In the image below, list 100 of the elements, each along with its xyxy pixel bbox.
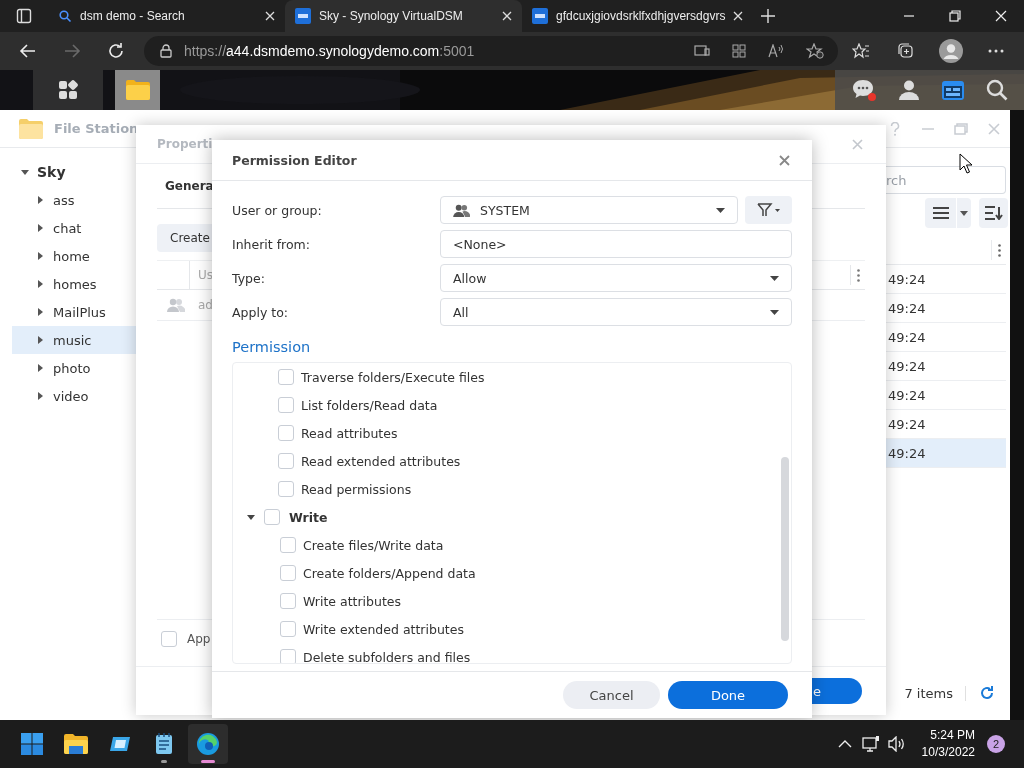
edge-icon[interactable] bbox=[188, 724, 228, 764]
search-icon[interactable] bbox=[985, 79, 1008, 101]
general-tab[interactable]: Genera bbox=[165, 179, 214, 193]
folder-icon bbox=[124, 79, 151, 101]
folder-icon bbox=[18, 117, 44, 140]
window-title: File Station bbox=[54, 121, 139, 136]
add-favorite-icon[interactable] bbox=[806, 43, 824, 59]
done-button[interactable]: e bbox=[812, 678, 862, 704]
sort-icon bbox=[984, 206, 1003, 220]
checkbox[interactable] bbox=[280, 649, 296, 663]
permission-label: Read permissions bbox=[301, 481, 412, 497]
filter-icon bbox=[756, 203, 781, 217]
tree-item[interactable]: photo bbox=[12, 354, 136, 382]
item-count: 7 items bbox=[904, 685, 966, 701]
notification-badge[interactable]: 2 bbox=[987, 735, 1005, 753]
dialog-title: Properti bbox=[157, 137, 213, 151]
tree-item[interactable]: MailPlus bbox=[12, 298, 136, 326]
browser-tab[interactable]: Sky - Synology VirtualDSM bbox=[285, 0, 522, 32]
lock-icon bbox=[160, 44, 172, 58]
field-label: User or group: bbox=[232, 202, 323, 218]
grid-icon[interactable] bbox=[732, 44, 746, 58]
grid-icon bbox=[58, 80, 78, 100]
permission-label: Create files/Write data bbox=[303, 537, 444, 553]
checkbox[interactable] bbox=[278, 481, 294, 497]
permission-group-label: Write bbox=[289, 509, 328, 525]
caret-icon bbox=[38, 224, 43, 232]
inherit-field[interactable]: <None> bbox=[440, 230, 792, 258]
caret-icon bbox=[38, 336, 43, 344]
sort-button[interactable] bbox=[979, 198, 1008, 228]
checkbox[interactable] bbox=[280, 565, 296, 581]
search-icon bbox=[58, 9, 72, 23]
app-install-icon[interactable] bbox=[694, 44, 710, 58]
permission-label: Read extended attributes bbox=[301, 453, 461, 469]
caret-icon bbox=[960, 210, 968, 216]
caret-icon bbox=[38, 280, 43, 288]
caret-icon bbox=[38, 364, 43, 372]
table-cell: ad bbox=[198, 298, 213, 312]
browser-tab[interactable]: dsm demo - Search bbox=[48, 0, 285, 32]
permission-label: Read attributes bbox=[301, 425, 398, 441]
user-icon[interactable] bbox=[898, 79, 921, 101]
search-field[interactable]: rch bbox=[886, 166, 1006, 194]
caret-icon bbox=[38, 392, 43, 400]
group-icon bbox=[167, 298, 185, 312]
chat-icon[interactable] bbox=[851, 78, 878, 102]
checkbox[interactable] bbox=[278, 453, 294, 469]
create-button[interactable]: Create bbox=[157, 224, 213, 252]
permission-label: Delete subfolders and files bbox=[303, 649, 471, 663]
dropdown[interactable]: Allow bbox=[440, 264, 792, 292]
caret-icon bbox=[38, 196, 43, 204]
cancel-button[interactable]: Cancel bbox=[563, 681, 660, 709]
main-menu-button[interactable] bbox=[33, 70, 103, 110]
permission-label: Write extended attributes bbox=[303, 621, 464, 637]
checkbox[interactable] bbox=[278, 425, 294, 441]
checkbox[interactable] bbox=[280, 593, 296, 609]
group-icon bbox=[453, 203, 470, 217]
tree-item[interactable]: Sky bbox=[0, 158, 136, 186]
caret-icon bbox=[770, 309, 779, 315]
field-label: Apply to: bbox=[232, 304, 290, 320]
list-view-button[interactable] bbox=[925, 198, 956, 228]
tree-item[interactable]: video bbox=[12, 382, 136, 410]
clock[interactable]: 5:24 PM 10/3/2022 bbox=[921, 727, 975, 761]
tree-item[interactable]: ass bbox=[12, 186, 136, 214]
tree-item[interactable]: chat bbox=[12, 214, 136, 242]
caret-icon[interactable] bbox=[247, 513, 255, 521]
permission-label: List folders/Read data bbox=[301, 397, 438, 413]
scrollbar[interactable] bbox=[781, 457, 789, 641]
checkbox[interactable] bbox=[280, 537, 296, 553]
calendar-icon[interactable] bbox=[940, 79, 965, 101]
done-button[interactable]: Done bbox=[668, 681, 788, 709]
checkbox[interactable] bbox=[264, 509, 280, 525]
view-dropdown-button[interactable] bbox=[957, 198, 971, 228]
section-heading: Permission bbox=[232, 339, 312, 355]
browser-tab[interactable]: gfdcuxjgiovdsrklfxdhjgversdgvrs bbox=[522, 0, 754, 32]
dialog-title: Permission Editor bbox=[232, 152, 357, 168]
read-aloud-icon[interactable] bbox=[768, 44, 784, 58]
filter-button[interactable] bbox=[745, 196, 792, 224]
checkbox[interactable] bbox=[280, 621, 296, 637]
field-label: Inherit from: bbox=[232, 236, 311, 252]
checkbox[interactable] bbox=[278, 397, 294, 413]
address-field[interactable]: https://a44.dsmdemo.synologydemo.com:5001 bbox=[144, 36, 838, 66]
caret-icon bbox=[770, 275, 779, 281]
caret-icon bbox=[21, 168, 29, 176]
favicon-icon bbox=[295, 8, 311, 24]
tree-item[interactable]: music bbox=[12, 326, 136, 354]
cursor-icon bbox=[959, 153, 973, 174]
tree-item[interactable]: home bbox=[12, 242, 136, 270]
field-label: Type: bbox=[232, 270, 266, 286]
checkbox-label: App bbox=[187, 632, 211, 646]
tree-item[interactable]: homes bbox=[12, 270, 136, 298]
favicon-icon bbox=[532, 8, 548, 24]
url-text: https://a44.dsmdemo.synologydemo.com:5001 bbox=[184, 43, 475, 59]
caret-icon bbox=[716, 207, 725, 213]
file-row[interactable]: 49:24 bbox=[886, 439, 1006, 468]
caret-icon bbox=[38, 308, 43, 316]
checkbox[interactable] bbox=[161, 631, 177, 647]
user-select[interactable]: SYSTEM bbox=[440, 196, 738, 224]
permission-label: Write attributes bbox=[303, 593, 401, 609]
checkbox[interactable] bbox=[278, 369, 294, 385]
caret-icon bbox=[38, 252, 43, 260]
dropdown[interactable]: All bbox=[440, 298, 792, 326]
